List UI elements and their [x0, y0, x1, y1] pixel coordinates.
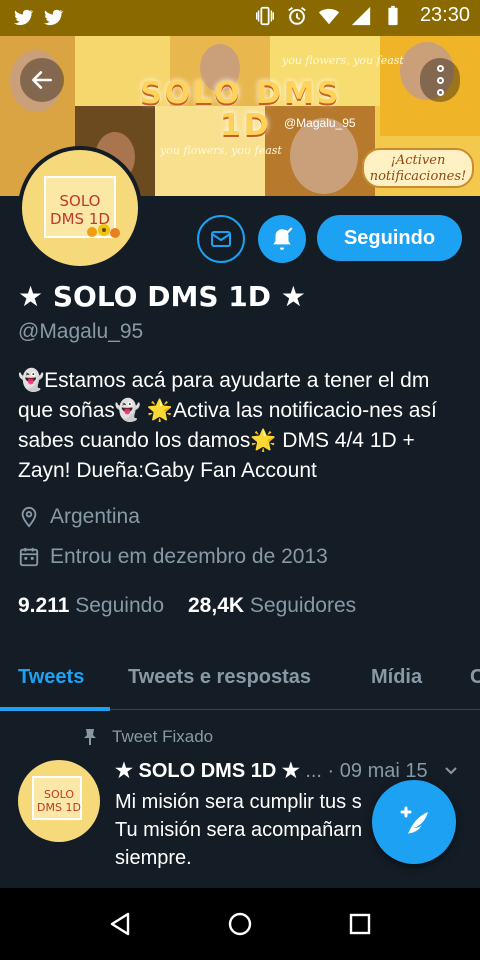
notifications-bell-button[interactable] [258, 215, 306, 263]
banner-script-text: you flowers, you feast [282, 54, 404, 67]
location-pin-icon [21, 506, 37, 528]
more-options-button[interactable] [420, 58, 460, 102]
pin-icon [84, 729, 96, 745]
dot-icon [436, 64, 444, 72]
banner-handle: @Magalu_95 [284, 116, 356, 130]
tweet-avatar-line1: SOLO [43, 788, 75, 801]
calendar-icon [19, 547, 39, 567]
profile-bio: 👻Estamos acá para ayudarte a tener el dm… [18, 369, 437, 482]
profile-avatar[interactable]: SOLO DMS 1D [18, 146, 142, 270]
following-label: Seguindo [75, 594, 164, 617]
banner-notif-line2: notificaciones! [369, 169, 467, 184]
joined-text: Entrou em dezembro de 2013 [50, 545, 328, 568]
alarm-icon [288, 6, 306, 25]
recents-square-icon[interactable] [346, 910, 374, 938]
location-text: Argentina [50, 505, 140, 528]
followers-count: 28,4K [188, 594, 245, 617]
back-triangle-icon[interactable] [106, 910, 134, 938]
battery-icon [388, 5, 398, 25]
banner-title-line2: 1D [220, 108, 272, 143]
followers-label: Seguidores [249, 594, 357, 617]
arrow-left-icon [32, 71, 52, 89]
bell-check-icon [273, 227, 293, 250]
chevron-down-icon[interactable] [444, 764, 458, 778]
banner-notif-badge: ¡Activen notificaciones! [362, 148, 474, 188]
home-circle-icon[interactable] [226, 910, 254, 938]
status-bar: 23:30 [0, 0, 480, 36]
profile-stats: 9.211 Seguindo 28,4K Seguidores [18, 594, 356, 618]
tweet-avatar-line2: DMS 1D [37, 801, 81, 814]
tweet-date: ... · 09 mai 15 [299, 760, 428, 782]
followers-stat[interactable]: 28,4K Seguidores [188, 594, 356, 618]
dot-icon [436, 88, 444, 96]
flowers-icon [87, 224, 120, 238]
system-navigation-bar [0, 888, 480, 960]
wifi-icon [318, 8, 340, 24]
pinned-label-text: Tweet Fixado [112, 727, 214, 746]
tab-tweets[interactable]: Tweets [18, 666, 84, 689]
vibrate-icon [255, 6, 274, 25]
direct-message-button[interactable] [197, 215, 245, 263]
banner-notif-line1: ¡Activen [390, 153, 446, 168]
tweet-author-name: ★ SOLO DMS 1D ★ [115, 760, 300, 782]
feather-plus-icon [400, 806, 428, 834]
tab-likes[interactable]: C [470, 666, 480, 689]
profile-joined-date: Entrou em dezembro de 2013 [18, 545, 328, 569]
tab-tweets-and-replies[interactable]: Tweets e respostas [128, 666, 311, 689]
back-button[interactable] [20, 58, 64, 102]
tweet-avatar[interactable]: SOLO DMS 1D [18, 760, 100, 842]
pinned-tweet-label: Tweet Fixado [82, 727, 213, 747]
dot-icon [436, 76, 444, 84]
tab-media[interactable]: Mídia [371, 666, 422, 689]
banner-script-text: you flowers, you feast [160, 144, 282, 157]
signal-icon [351, 6, 371, 25]
compose-tweet-button[interactable] [372, 780, 456, 864]
following-stat[interactable]: 9.211 Seguindo [18, 594, 164, 618]
envelope-icon [211, 231, 231, 247]
banner-title: SOLO DMS [140, 76, 342, 111]
tweet-header: ★ SOLO DMS 1D ★ ... · 09 mai 15 [115, 758, 428, 783]
profile-handle: @Magalu_95 [18, 320, 144, 343]
following-button[interactable]: Seguindo [317, 215, 462, 261]
clock: 23:30 [419, 4, 470, 26]
profile-location: Argentina [18, 505, 140, 529]
active-tab-indicator [0, 707, 110, 711]
twitter-icon [13, 9, 34, 26]
profile-display-name: ★ SOLO DMS 1D ★ [18, 280, 306, 313]
avatar-text-line1: SOLO [59, 192, 101, 210]
twitter-icon [43, 9, 64, 26]
profile-tabs: Tweets Tweets e respostas Mídia C [0, 650, 480, 710]
following-count: 9.211 [18, 594, 70, 617]
